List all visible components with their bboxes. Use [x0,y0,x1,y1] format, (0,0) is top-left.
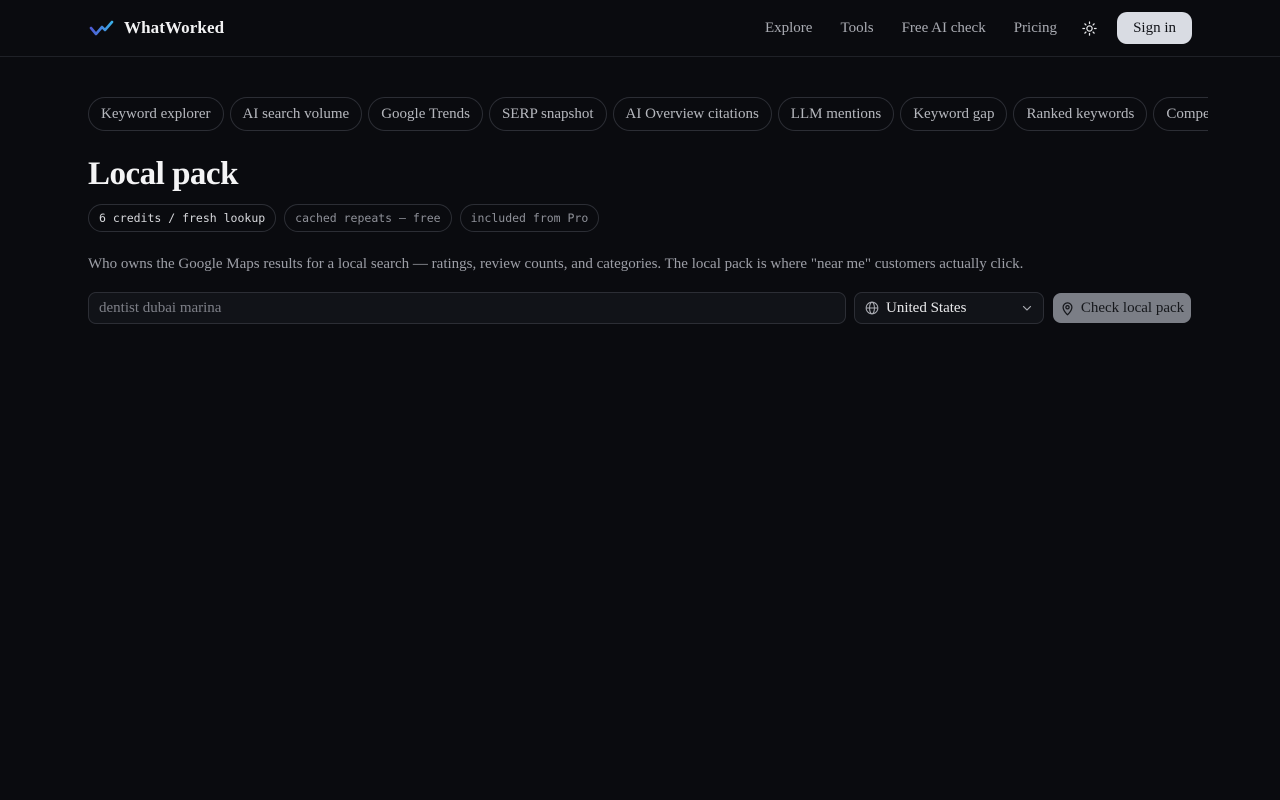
sun-icon [1081,20,1097,36]
pricing-badges: 6 credits / fresh lookup cached repeats … [88,204,600,232]
chip-llm-mentions[interactable]: LLM mentions [777,97,895,131]
theme-toggle[interactable] [1081,20,1097,36]
brand-name: WhatWorked [124,18,225,37]
chip-competitors[interactable]: Competitors [1153,97,1208,131]
chip-google-trends[interactable]: Google Trends [368,97,483,131]
chip-keyword-explorer[interactable]: Keyword explorer [88,97,224,131]
chevron-down-icon [1022,305,1032,311]
chip-ai-overview-citations[interactable]: AI Overview citations [612,97,772,131]
globe-icon [865,301,879,315]
nav-explore[interactable]: Explore [765,20,812,37]
credits-badge: 6 credits / fresh lookup [88,204,277,232]
keyword-input[interactable] [88,292,846,324]
page-description: Who owns the Google Maps results for a l… [88,256,1024,272]
check-local-pack-label: Check local pack [1080,299,1185,316]
trend-line-icon [89,20,114,36]
country-select[interactable]: United States [854,292,1044,324]
nav-tools[interactable]: Tools [840,20,873,37]
check-local-pack-button[interactable]: Check local pack [1053,293,1191,323]
chip-ai-search-volume[interactable]: AI search volume [229,97,363,131]
chip-ranked-keywords[interactable]: Ranked keywords [1013,97,1148,131]
plan-badge: included from Pro [459,204,600,232]
top-navbar: WhatWorked Explore Tools Free AI check P… [0,0,1280,57]
sign-in-button[interactable]: Sign in [1117,12,1192,44]
nav-pricing[interactable]: Pricing [1014,20,1057,37]
main-nav: Explore Tools Free AI check Pricing Sign… [765,12,1192,44]
country-value: United States [886,299,967,316]
cache-badge: cached repeats — free [284,204,452,232]
tool-chips: Keyword explorer AI search volume Google… [88,97,1208,131]
chip-serp-snapshot[interactable]: SERP snapshot [488,97,607,131]
brand[interactable]: WhatWorked [89,15,224,41]
page-title: Local pack [88,156,238,192]
chip-keyword-gap[interactable]: Keyword gap [900,97,1008,131]
map-pin-icon [1062,301,1073,315]
nav-free-ai-check[interactable]: Free AI check [902,20,986,37]
